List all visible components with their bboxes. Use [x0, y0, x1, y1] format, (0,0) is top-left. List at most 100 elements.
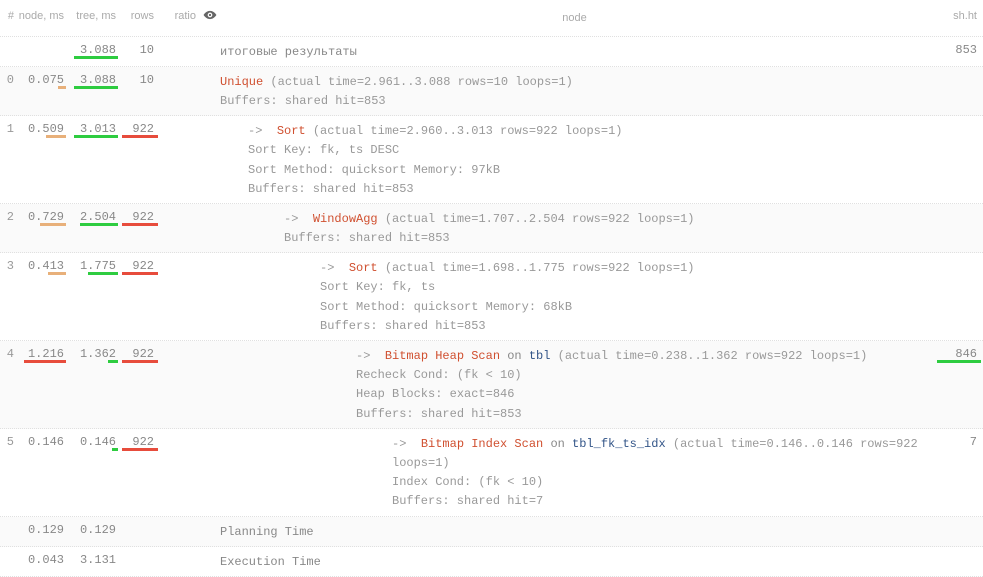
row-eye [200, 116, 220, 120]
row-tree-ms: 1.362 [68, 341, 120, 361]
f-idx [0, 517, 16, 523]
row-idx: 1 [0, 116, 16, 136]
row-eye [200, 341, 220, 345]
f-sh [933, 547, 983, 553]
row-node-ms: 1.216 [16, 341, 68, 361]
summary-shht: 853 [933, 37, 983, 57]
row-shht [933, 67, 983, 73]
f-tree-ms: 0.129 [68, 517, 120, 537]
plan-row[interactable]: 10.5093.013922 -> Sort (actual time=2.960… [0, 116, 983, 204]
row-shht [933, 253, 983, 259]
row-tree-ms: 0.146 [68, 429, 120, 449]
col-rows: rows [120, 4, 160, 22]
f-label: Execution Time [220, 547, 933, 576]
row-rows: 922 [120, 204, 160, 224]
f-node-ms: 0.043 [16, 547, 68, 567]
node-detail: Sort Key: fk, ts [220, 278, 929, 297]
f-label: Planning Time [220, 517, 933, 546]
node-title: -> WindowAgg (actual time=1.707..2.504 r… [220, 210, 929, 229]
node-detail: Buffers: shared hit=853 [220, 405, 929, 424]
explain-plan-table: # node, ms tree, ms rows ratio node sh.h… [0, 0, 983, 577]
node-detail: Buffers: shared hit=853 [220, 229, 929, 248]
summary-row: 3.088 10 итоговые результаты 853 [0, 37, 983, 67]
col-idx: # [0, 4, 16, 22]
f-idx [0, 547, 16, 553]
summary-rows: 10 [120, 37, 160, 57]
row-idx: 0 [0, 67, 16, 87]
node-detail: Buffers: shared hit=7 [220, 492, 929, 511]
node-title: Unique (actual time=2.961..3.088 rows=10… [220, 73, 929, 92]
node-detail: Sort Method: quicksort Memory: 68kB [220, 298, 929, 317]
row-idx: 3 [0, 253, 16, 273]
footer-row: 0.0433.131 Execution Time [0, 547, 983, 577]
node-detail: Sort Method: quicksort Memory: 97kB [220, 161, 929, 180]
row-ratio [160, 116, 200, 122]
row-rows: 922 [120, 116, 160, 136]
f-ratio [160, 547, 200, 553]
row-node-ms: 0.075 [16, 67, 68, 87]
f-tree-ms: 3.131 [68, 547, 120, 567]
row-body: -> Sort (actual time=2.960..3.013 rows=9… [220, 116, 933, 203]
row-idx: 2 [0, 204, 16, 224]
row-body: -> WindowAgg (actual time=1.707..2.504 r… [220, 204, 933, 252]
row-node-ms: 0.509 [16, 116, 68, 136]
eye-icon[interactable] [200, 4, 220, 25]
node-detail: Recheck Cond: (fk < 10) [220, 366, 929, 385]
row-shht [933, 204, 983, 210]
f-rows [120, 547, 160, 553]
f-eye [200, 517, 220, 521]
row-node-ms: 0.729 [16, 204, 68, 224]
row-ratio [160, 204, 200, 210]
node-detail: Buffers: shared hit=853 [220, 317, 929, 336]
f-node-ms: 0.129 [16, 517, 68, 537]
f-ratio [160, 517, 200, 523]
col-node: node [220, 4, 933, 32]
f-sh [933, 517, 983, 523]
summary-label: итоговые результаты [220, 37, 933, 66]
row-eye [200, 253, 220, 257]
row-node-ms: 0.413 [16, 253, 68, 273]
col-tree-ms: tree, ms [68, 4, 120, 22]
row-shht: 7 [933, 429, 983, 449]
header-row: # node, ms tree, ms rows ratio node sh.h… [0, 0, 983, 37]
node-detail: Index Cond: (fk < 10) [220, 473, 929, 492]
row-shht [933, 116, 983, 122]
row-node-ms: 0.146 [16, 429, 68, 449]
row-ratio [160, 341, 200, 347]
plan-row[interactable]: 30.4131.775922-> Sort (actual time=1.698… [0, 253, 983, 341]
summary-idx [0, 37, 16, 43]
row-body: -> Bitmap Index Scan on tbl_fk_ts_idx (a… [220, 429, 933, 516]
row-rows: 922 [120, 253, 160, 273]
row-tree-ms: 1.775 [68, 253, 120, 273]
row-ratio [160, 67, 200, 73]
row-tree-ms: 3.013 [68, 116, 120, 136]
plan-row[interactable]: 50.1460.146922-> Bitmap Index Scan on tb… [0, 429, 983, 517]
summary-tree-ms: 3.088 [68, 37, 120, 57]
summary-node-ms [16, 37, 68, 43]
summary-eye [200, 37, 220, 41]
row-idx: 4 [0, 341, 16, 361]
node-title: -> Bitmap Heap Scan on tbl (actual time=… [220, 347, 929, 366]
row-eye [200, 204, 220, 208]
row-rows: 922 [120, 429, 160, 449]
col-node-ms: node, ms [16, 4, 68, 22]
plan-row[interactable]: 41.2161.362922 -> Bitmap Heap Scan on tbl… [0, 341, 983, 429]
col-ratio: ratio [160, 4, 200, 22]
row-rows: 922 [120, 341, 160, 361]
node-title: -> Bitmap Index Scan on tbl_fk_ts_idx (a… [220, 435, 929, 473]
row-ratio [160, 429, 200, 435]
row-body: Unique (actual time=2.961..3.088 rows=10… [220, 67, 933, 115]
node-title: -> Sort (actual time=2.960..3.013 rows=9… [220, 122, 929, 141]
row-body: -> Bitmap Heap Scan on tbl (actual time=… [220, 341, 933, 428]
node-detail: Buffers: shared hit=853 [220, 180, 929, 199]
node-detail: Heap Blocks: exact=846 [220, 385, 929, 404]
row-ratio [160, 253, 200, 259]
plan-row[interactable]: 20.7292.504922 -> WindowAgg (actual time=… [0, 204, 983, 253]
row-rows: 10 [120, 67, 160, 87]
node-detail: Sort Key: fk, ts DESC [220, 141, 929, 160]
row-tree-ms: 2.504 [68, 204, 120, 224]
row-eye [200, 67, 220, 71]
plan-row[interactable]: 00.0753.08810 Unique (actual time=2.961..… [0, 67, 983, 116]
row-tree-ms: 3.088 [68, 67, 120, 87]
row-idx: 5 [0, 429, 16, 449]
